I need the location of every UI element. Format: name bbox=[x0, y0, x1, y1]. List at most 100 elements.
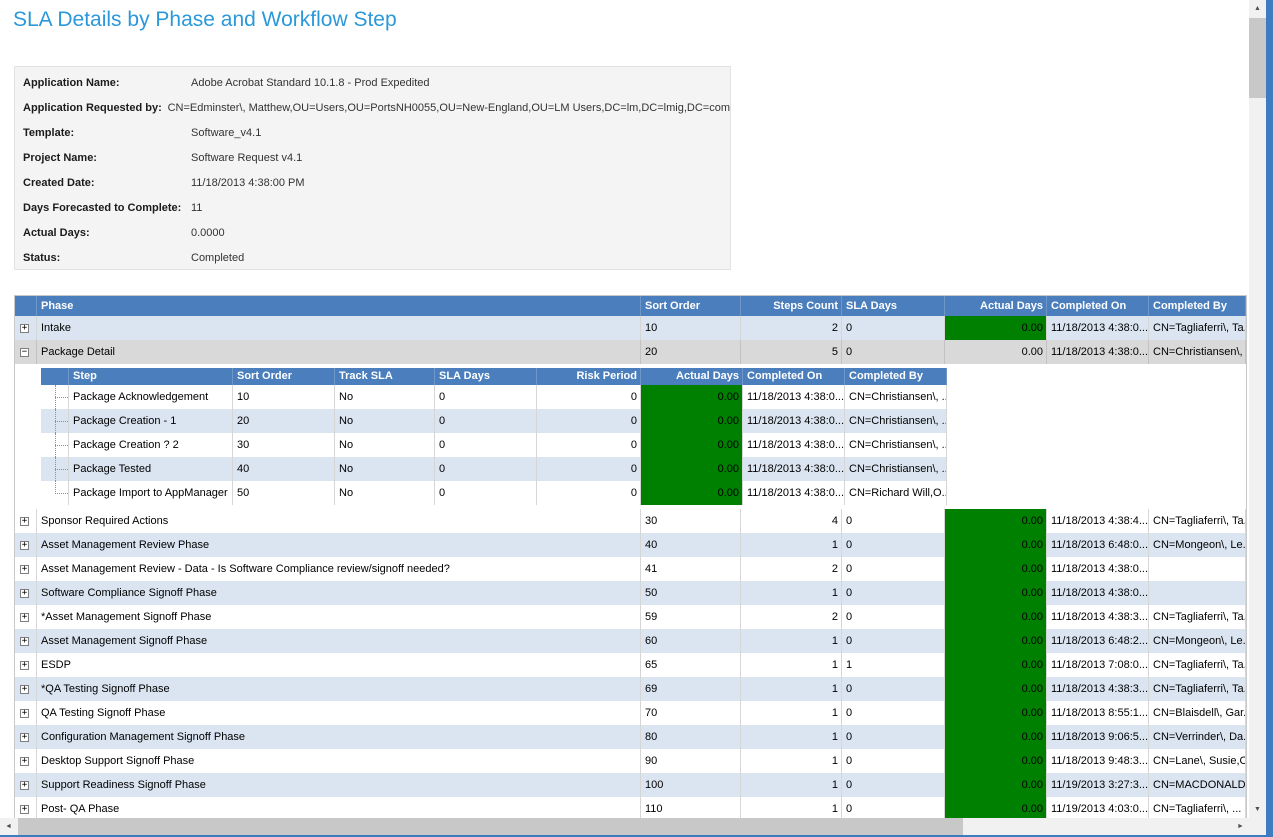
expand-icon[interactable]: + bbox=[20, 709, 29, 718]
completed-by-cell: CN=Tagliaferri\, ... bbox=[1149, 797, 1246, 818]
horizontal-scrollbar[interactable]: ◄ ► bbox=[0, 818, 1249, 835]
sort-order-cell: 50 bbox=[641, 581, 741, 605]
scroll-up-button[interactable]: ▲ bbox=[1249, 0, 1266, 17]
expand-icon[interactable]: + bbox=[20, 565, 29, 574]
sla-days-cell: 0 bbox=[842, 605, 945, 629]
expand-icon[interactable]: + bbox=[20, 733, 29, 742]
info-value: Software Request v4.1 bbox=[191, 150, 302, 164]
completed-by-cell: CN=Tagliaferri\, Ta... bbox=[1149, 677, 1246, 701]
tree-cell bbox=[41, 481, 69, 505]
phase-row: +*Asset Management Signoff Phase59200.00… bbox=[15, 605, 1246, 629]
step-header-spacer bbox=[41, 368, 69, 385]
steps-count-cell: 1 bbox=[741, 677, 842, 701]
info-row: Days Forecasted to Complete:11 bbox=[23, 200, 730, 225]
collapse-icon[interactable]: − bbox=[20, 348, 29, 357]
completed-by-cell: CN=Christiansen\, ... bbox=[845, 409, 947, 433]
toggle-cell: + bbox=[15, 701, 37, 725]
sla-days-cell: 0 bbox=[435, 433, 537, 457]
info-label: Actual Days: bbox=[23, 225, 191, 239]
completed-on-cell: 11/18/2013 4:38:4... bbox=[1047, 509, 1149, 533]
completed-by-cell: CN=Mongeon\, Le... bbox=[1149, 629, 1246, 653]
sort-order-cell: 90 bbox=[641, 749, 741, 773]
sort-order-cell: 20 bbox=[233, 409, 335, 433]
sort-order-cell: 30 bbox=[233, 433, 335, 457]
phase-table-header: PhaseSort OrderSteps CountSLA DaysActual… bbox=[15, 296, 1246, 316]
completed-by-cell: CN=Verrinder\, Da... bbox=[1149, 725, 1246, 749]
sort-order-cell: 59 bbox=[641, 605, 741, 629]
completed-by-cell: CN=Tagliaferri\, Ta... bbox=[1149, 509, 1246, 533]
step-cell: Package Tested bbox=[69, 457, 233, 481]
expand-icon[interactable]: + bbox=[20, 324, 29, 333]
expand-icon[interactable]: + bbox=[20, 541, 29, 550]
vertical-scroll-thumb[interactable] bbox=[1249, 18, 1266, 98]
track-sla-cell: No bbox=[335, 481, 435, 505]
expand-icon[interactable]: + bbox=[20, 661, 29, 670]
actual-days-cell: 0.00 bbox=[945, 677, 1047, 701]
completed-by-cell: CN=Tagliaferri\, Ta... bbox=[1149, 605, 1246, 629]
risk-period-cell: 0 bbox=[537, 457, 641, 481]
phase-row: +Software Compliance Signoff Phase50100.… bbox=[15, 581, 1246, 605]
toggle-cell: + bbox=[15, 581, 37, 605]
step-row: Package Acknowledgement10No000.0011/18/2… bbox=[41, 385, 947, 409]
scroll-right-button[interactable]: ► bbox=[1232, 818, 1249, 835]
info-value: 11/18/2013 4:38:00 PM bbox=[191, 175, 305, 189]
completed-on-cell: 11/19/2013 3:27:3... bbox=[1047, 773, 1149, 797]
expand-icon[interactable]: + bbox=[20, 589, 29, 598]
column-header-phase: Phase bbox=[37, 296, 641, 316]
tree-cell bbox=[41, 457, 69, 481]
completed-on-cell: 11/18/2013 4:38:0... bbox=[1047, 316, 1149, 340]
step-table-header: StepSort OrderTrack SLASLA DaysRisk Peri… bbox=[41, 368, 947, 385]
expand-icon[interactable]: + bbox=[20, 637, 29, 646]
completed-by-cell: CN=Tagliaferri\, Ta... bbox=[1149, 316, 1246, 340]
completed-on-cell: 11/18/2013 6:48:2... bbox=[1047, 629, 1149, 653]
expand-icon[interactable]: + bbox=[20, 517, 29, 526]
sla-days-cell: 0 bbox=[842, 701, 945, 725]
info-value: Adobe Acrobat Standard 10.1.8 - Prod Exp… bbox=[191, 75, 430, 89]
expand-icon[interactable]: + bbox=[20, 685, 29, 694]
completed-by-cell: CN=Christiansen\, ... bbox=[1149, 340, 1246, 364]
info-row: Application Requested by:CN=Edminster\, … bbox=[23, 100, 730, 125]
sla-days-cell: 0 bbox=[842, 773, 945, 797]
window-frame-right bbox=[1266, 0, 1273, 837]
actual-days-cell: 0.00 bbox=[641, 481, 743, 505]
completed-by-cell: CN=MACDONALD... bbox=[1149, 773, 1246, 797]
phase-cell: Software Compliance Signoff Phase bbox=[37, 581, 641, 605]
expand-icon[interactable]: + bbox=[20, 805, 29, 814]
scroll-left-button[interactable]: ◄ bbox=[0, 818, 17, 835]
phase-cell: Configuration Management Signoff Phase bbox=[37, 725, 641, 749]
phase-cell: Intake bbox=[37, 316, 641, 340]
actual-days-cell: 0.00 bbox=[945, 581, 1047, 605]
toggle-cell: + bbox=[15, 533, 37, 557]
sla-days-cell: 0 bbox=[842, 557, 945, 581]
tree-line-icon bbox=[46, 457, 68, 481]
toggle-cell: + bbox=[15, 725, 37, 749]
info-label: Application Name: bbox=[23, 75, 191, 89]
vertical-scrollbar[interactable]: ▲ ▼ bbox=[1249, 0, 1266, 818]
scroll-down-button[interactable]: ▼ bbox=[1249, 801, 1266, 818]
tree-line-icon bbox=[46, 409, 68, 433]
completed-on-cell: 11/18/2013 4:38:0... bbox=[743, 433, 845, 457]
actual-days-cell: 0.00 bbox=[945, 725, 1047, 749]
expand-icon[interactable]: + bbox=[20, 781, 29, 790]
completed-by-cell: CN=Tagliaferri\, Ta... bbox=[1149, 653, 1246, 677]
completed-by-cell: CN=Lane\, Susie,O... bbox=[1149, 749, 1246, 773]
step-column-header-sla-days: SLA Days bbox=[435, 368, 537, 385]
info-label: Project Name: bbox=[23, 150, 191, 164]
phase-cell: Asset Management Review Phase bbox=[37, 533, 641, 557]
info-row: Application Name:Adobe Acrobat Standard … bbox=[23, 75, 730, 100]
steps-count-cell: 1 bbox=[741, 749, 842, 773]
info-label: Template: bbox=[23, 125, 191, 139]
sla-days-cell: 0 bbox=[842, 749, 945, 773]
expand-icon[interactable]: + bbox=[20, 613, 29, 622]
phase-row: +Sponsor Required Actions30400.0011/18/2… bbox=[15, 509, 1246, 533]
tree-line-icon bbox=[46, 433, 68, 457]
sla-days-cell: 0 bbox=[842, 316, 945, 340]
actual-days-cell: 0.00 bbox=[641, 433, 743, 457]
horizontal-scroll-thumb[interactable] bbox=[18, 818, 963, 835]
column-header-completed-on: Completed On bbox=[1047, 296, 1149, 316]
phase-row: +Configuration Management Signoff Phase8… bbox=[15, 725, 1246, 749]
expand-icon[interactable]: + bbox=[20, 757, 29, 766]
actual-days-cell: 0.00 bbox=[641, 385, 743, 409]
steps-count-cell: 1 bbox=[741, 797, 842, 818]
tree-cell bbox=[41, 385, 69, 409]
